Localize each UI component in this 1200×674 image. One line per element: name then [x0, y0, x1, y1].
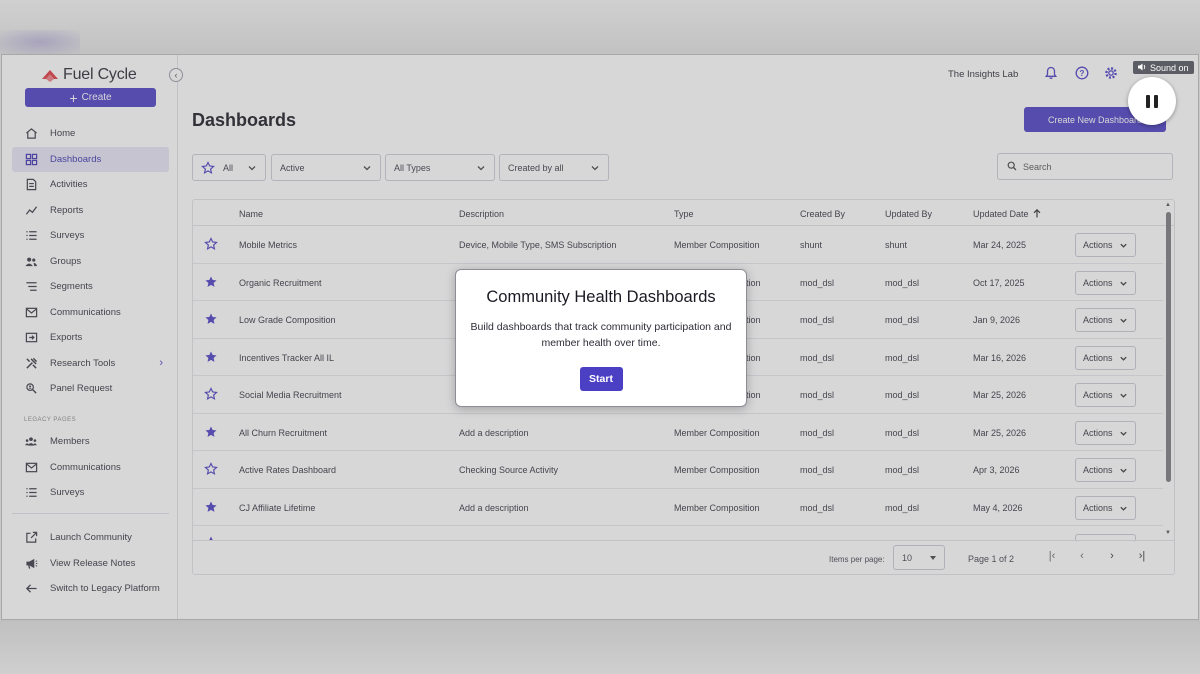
sound-label: Sound on: [1150, 62, 1189, 73]
video-bottom-band: [0, 620, 1200, 674]
background-blur: [0, 30, 80, 54]
onboarding-modal: Community Health Dashboards Build dashbo…: [455, 269, 747, 407]
sound-toggle[interactable]: Sound on: [1133, 61, 1194, 74]
video-top-band: [0, 0, 1200, 54]
pause-button[interactable]: [1128, 77, 1176, 125]
start-button[interactable]: Start: [579, 367, 623, 391]
modal-body: Build dashboards that track community pa…: [470, 321, 732, 349]
speaker-icon: [1138, 63, 1147, 73]
pause-icon: [1146, 94, 1150, 108]
app-window: Fuel Cycle + Create Home Dashboards Activi…: [1, 54, 1199, 620]
modal-title: Community Health Dashboards: [486, 288, 716, 306]
